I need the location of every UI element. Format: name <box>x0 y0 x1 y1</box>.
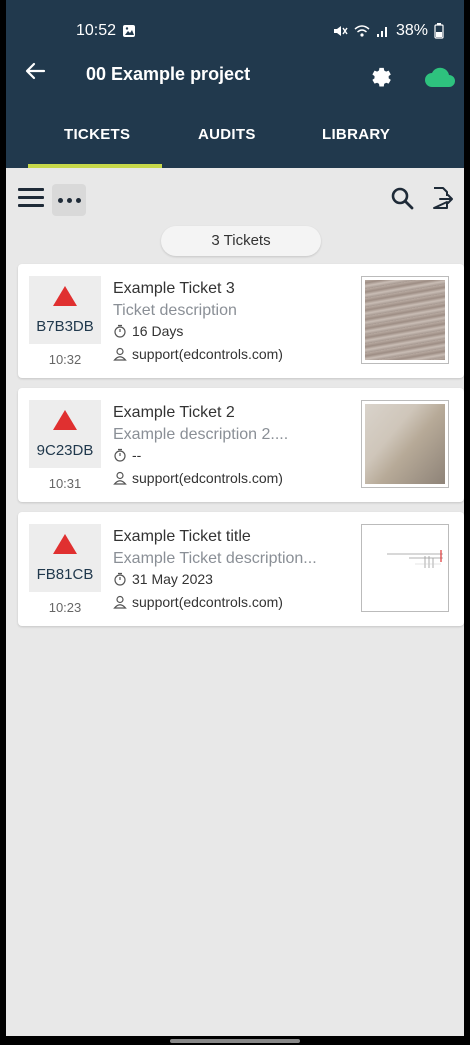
sketch-drawing <box>387 550 443 568</box>
signal-icon <box>376 27 387 37</box>
tab-tickets[interactable]: TICKETS <box>64 126 130 143</box>
ticket-description: Example Ticket description... <box>113 550 317 567</box>
ticket-card[interactable]: FB81CB 10:23 Example Ticket title Exampl… <box>18 512 464 626</box>
cloud-sync-icon[interactable] <box>424 66 456 88</box>
phone-screen: 10:52 38% 00 Example project TICKETS AUD… <box>6 0 464 1036</box>
ticket-user: support(edcontrols.com) <box>113 470 283 486</box>
search-icon[interactable] <box>390 186 414 210</box>
ticket-time: 10:23 <box>48 600 82 615</box>
ticket-time: 10:32 <box>48 352 82 367</box>
thumbnail-image <box>365 528 445 608</box>
priority-triangle-icon <box>53 410 77 430</box>
ticket-code: FB81CB <box>36 566 94 583</box>
tab-library[interactable]: LIBRARY <box>322 126 390 143</box>
ticket-user: support(edcontrols.com) <box>113 346 283 362</box>
ticket-thumbnail[interactable] <box>361 276 449 364</box>
thumbnail-image <box>365 404 445 484</box>
project-title: 00 Example project <box>86 64 251 84</box>
status-right-group: 38% <box>332 22 444 40</box>
status-time-group: 10:52 <box>76 22 136 40</box>
ticket-card[interactable]: 9C23DB 10:31 Example Ticket 2 Example de… <box>18 388 464 502</box>
priority-triangle-icon <box>53 534 77 554</box>
app-bar: 00 Example project <box>6 48 464 104</box>
header: 10:52 38% 00 Example project TICKETS AUD… <box>6 0 464 168</box>
ticket-thumbnail[interactable] <box>361 400 449 488</box>
ticket-user: support(edcontrols.com) <box>113 594 283 610</box>
battery-icon <box>434 23 444 39</box>
ticket-due: 31 May 2023 <box>113 571 213 587</box>
tab-bar: TICKETS AUDITS LIBRARY <box>6 104 464 168</box>
ticket-code: B7B3DB <box>36 318 94 335</box>
battery-percent: 38% <box>395 22 428 39</box>
ticket-due: -- <box>113 447 141 463</box>
ticket-list: B7B3DB 10:32 Example Ticket 3 Ticket des… <box>18 264 464 636</box>
status-bar: 10:52 38% <box>6 0 464 48</box>
timer-icon <box>114 572 126 586</box>
thumbnail-image <box>365 280 445 360</box>
ticket-title: Example Ticket 3 <box>113 280 235 297</box>
status-time: 10:52 <box>76 22 117 39</box>
gear-icon[interactable] <box>366 62 392 88</box>
user-icon <box>113 347 127 361</box>
ticket-title: Example Ticket title <box>113 528 251 545</box>
timer-icon <box>114 324 126 338</box>
ticket-due-value: 31 May 2023 <box>132 571 213 587</box>
home-indicator[interactable] <box>170 1039 300 1043</box>
ticket-due-value: -- <box>132 447 142 463</box>
priority-triangle-icon <box>53 286 77 306</box>
ticket-count-badge: 3 Tickets <box>161 226 321 256</box>
user-icon <box>113 471 127 485</box>
ticket-description: Example description 2.... <box>113 426 289 443</box>
back-button[interactable] <box>24 60 46 89</box>
list-toolbar: 3 Tickets <box>6 168 464 256</box>
user-icon <box>113 595 127 609</box>
ticket-thumbnail[interactable] <box>361 524 449 612</box>
back-arrow-icon <box>25 62 46 80</box>
gallery-notification-icon <box>123 25 136 37</box>
ticket-title: Example Ticket 2 <box>113 404 235 421</box>
ticket-id-box: B7B3DB <box>29 276 101 344</box>
more-dots-icon <box>57 197 63 203</box>
ticket-user-value: support(edcontrols.com) <box>132 594 283 610</box>
ticket-code: 9C23DB <box>36 442 94 459</box>
ticket-time: 10:31 <box>48 476 82 491</box>
ticket-description: Ticket description <box>113 302 237 319</box>
ticket-card[interactable]: B7B3DB 10:32 Example Ticket 3 Ticket des… <box>18 264 464 378</box>
timer-icon <box>114 448 126 462</box>
tab-audits[interactable]: AUDITS <box>198 126 256 143</box>
more-options-button[interactable] <box>52 184 86 216</box>
ticket-id-box: FB81CB <box>29 524 101 592</box>
hamburger-menu-icon[interactable] <box>18 188 44 210</box>
mute-icon <box>333 26 348 36</box>
wifi-icon <box>354 25 370 37</box>
ticket-due-value: 16 Days <box>132 323 184 339</box>
ticket-user-value: support(edcontrols.com) <box>132 470 283 486</box>
ticket-user-value: support(edcontrols.com) <box>132 346 283 362</box>
ticket-due: 16 Days <box>113 323 183 339</box>
export-icon[interactable] <box>430 186 454 210</box>
ticket-id-box: 9C23DB <box>29 400 101 468</box>
